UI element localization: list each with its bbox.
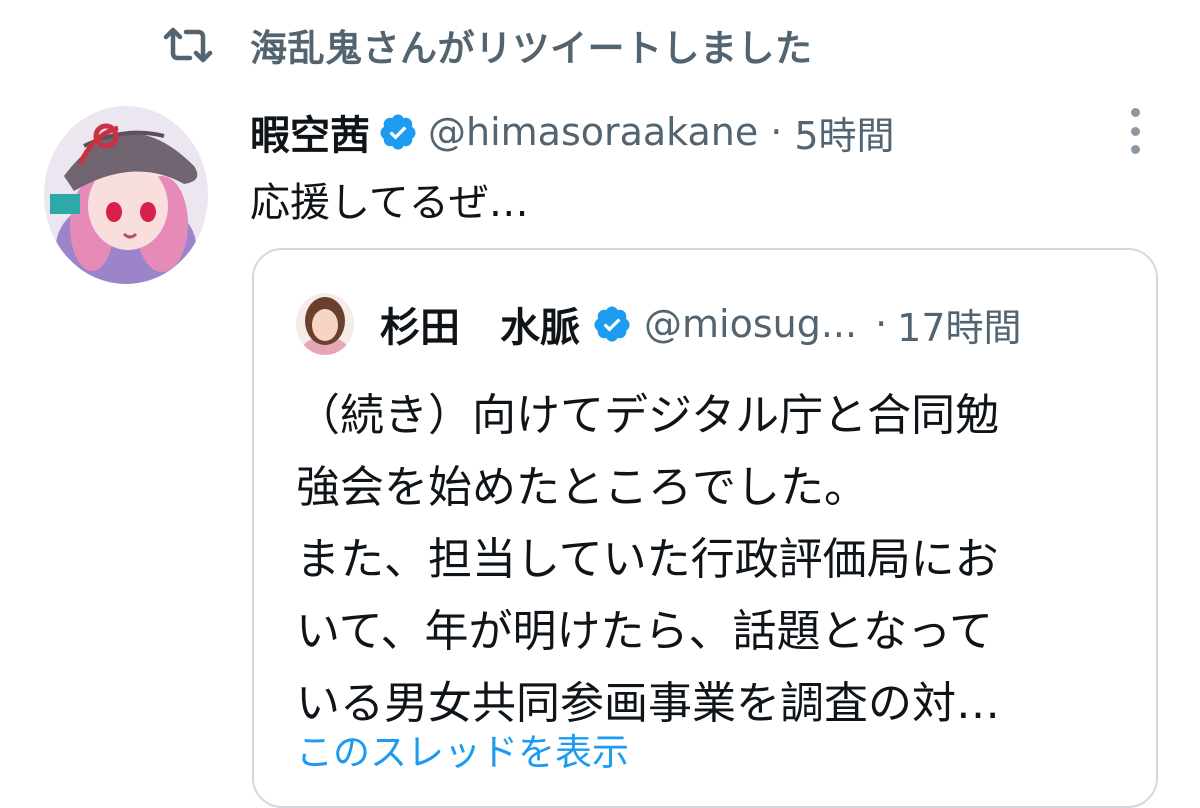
quoted-text-line: （続き）向けてデジタル庁と合同勉 (296, 390, 1000, 441)
tweet-text: 応援してるぜ… (250, 180, 529, 226)
display-name[interactable]: 暇空茜 (250, 103, 370, 161)
quoted-tweet-header: 杉田 水脈 @miosug... · 17時間 (296, 292, 1022, 356)
user-handle[interactable]: @himasoraakane (428, 110, 758, 154)
quoted-avatar[interactable] (296, 293, 354, 355)
quoted-text-line: また、担当していた行政評価局にお (296, 534, 999, 585)
retweet-text: 海乱鬼さんがリツイートしました (250, 27, 813, 70)
quoted-text-line: いて、年が明けたら、話題となって (296, 606, 993, 657)
separator-dot: · (770, 110, 783, 154)
more-options-icon[interactable] (1125, 106, 1145, 156)
verified-badge-icon (378, 112, 418, 152)
retweet-icon (160, 25, 216, 65)
quoted-display-name[interactable]: 杉田 水脈 (380, 295, 580, 353)
quoted-user-handle[interactable]: @miosug... (644, 302, 857, 346)
quoted-timestamp[interactable]: 17時間 (897, 297, 1021, 352)
tweet-timestamp[interactable]: 5時間 (794, 105, 894, 160)
quoted-tweet[interactable]: 杉田 水脈 @miosug... · 17時間 （続き）向けてデジタル庁と合同勉… (252, 248, 1158, 808)
show-thread-link[interactable]: このスレッドを表示 (296, 722, 629, 776)
avatar[interactable] (44, 106, 208, 284)
quoted-tweet-text: （続き）向けてデジタル庁と合同勉 強会を始めたところでした。 また、担当していた… (296, 380, 1126, 740)
separator-dot: · (875, 302, 888, 346)
quoted-text-line: 強会を始めたところでした。 (296, 462, 868, 513)
verified-badge-icon (592, 304, 632, 344)
tweet-header: 暇空茜 @himasoraakane · 5時間 (250, 104, 895, 160)
retweet-indicator[interactable]: 海乱鬼さんがリツイートしました (160, 20, 813, 70)
